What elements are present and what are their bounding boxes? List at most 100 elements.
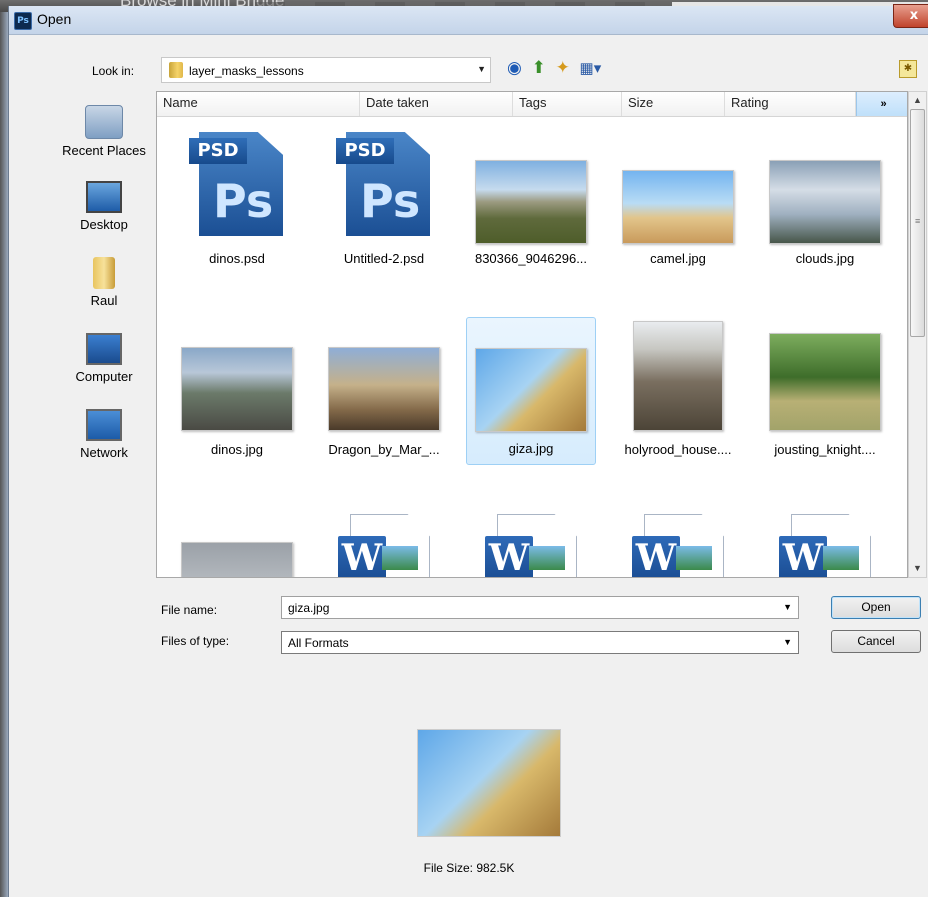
file-name: jousting_knight.... [774, 442, 876, 457]
column-header: Name Date taken Tags Size Rating » [157, 92, 907, 117]
back-icon[interactable]: ◉ [507, 58, 522, 78]
file-item[interactable]: clouds.jpg [760, 126, 890, 274]
word-letter: W [632, 536, 680, 577]
file-type-label: Files of type: [161, 634, 230, 648]
file-name: dinos.psd [209, 251, 265, 266]
photoshop-logo-icon: Ps [14, 12, 32, 30]
word-letter: W [779, 536, 827, 577]
place-network[interactable]: Network [44, 409, 164, 460]
scroll-thumb[interactable]: ≡ [910, 109, 925, 337]
column-name[interactable]: Name [157, 92, 360, 116]
grip-icon: ≡ [915, 216, 921, 226]
file-item[interactable]: dinos.jpg [172, 317, 302, 465]
chevron-down-icon: ▼ [477, 64, 486, 74]
new-folder-icon[interactable]: ✦ [556, 58, 570, 78]
image-thumbnail [769, 333, 881, 431]
scroll-down-icon[interactable]: ▼ [909, 560, 926, 577]
file-item[interactable]: W [760, 502, 890, 577]
place-label: Recent Places [62, 143, 146, 158]
window-title: Open [37, 11, 72, 27]
file-name-label: File name: [161, 603, 218, 617]
file-type-select[interactable]: All Formats ▼ [281, 631, 799, 654]
image-preview [417, 729, 561, 837]
file-item[interactable]: W [466, 502, 596, 577]
place-label: Computer [75, 369, 133, 384]
word-letter: W [485, 536, 533, 577]
file-item[interactable]: PSD Ps dinos.psd [172, 126, 302, 274]
file-name: Dragon_by_Mar_... [328, 442, 440, 457]
column-rating[interactable]: Rating [725, 92, 856, 116]
column-size[interactable]: Size [622, 92, 725, 116]
file-item-selected[interactable]: giza.jpg [466, 317, 596, 465]
psd-file-icon: PSD Ps [189, 132, 285, 236]
file-name: 830366_9046296... [474, 251, 588, 266]
place-computer[interactable]: Computer [44, 333, 164, 384]
more-columns-button[interactable]: » [856, 92, 907, 116]
background-left-edge [0, 12, 8, 897]
file-name-input[interactable]: giza.jpg ▼ [281, 596, 799, 619]
column-date-taken[interactable]: Date taken [360, 92, 513, 116]
file-name: dinos.jpg [210, 442, 264, 457]
close-button[interactable]: x [893, 4, 928, 28]
cancel-button[interactable]: Cancel [831, 630, 921, 653]
psd-tag: PSD [189, 138, 247, 164]
place-desktop[interactable]: Desktop [44, 181, 164, 232]
nav-toolbar: ◉ ⬆ ✦ ▦▾ [507, 58, 606, 78]
recent-places-icon [85, 105, 123, 139]
file-name: clouds.jpg [795, 251, 855, 266]
file-name: camel.jpg [650, 251, 706, 266]
place-raul[interactable]: Raul [44, 257, 164, 308]
network-icon [86, 409, 122, 441]
word-file-icon: W [779, 514, 871, 577]
up-folder-icon[interactable]: ⬆ [532, 58, 546, 78]
look-in-label: Look in: [92, 64, 135, 78]
file-name: holyrood_house.... [624, 442, 732, 457]
ps-letter: Ps [360, 174, 421, 228]
word-file-icon: W [485, 514, 577, 577]
chevron-down-icon: ▼ [783, 637, 792, 647]
file-list[interactable]: Name Date taken Tags Size Rating » PSD P… [156, 91, 908, 578]
file-item[interactable] [172, 502, 302, 577]
file-name: giza.jpg [508, 441, 554, 456]
scroll-up-icon[interactable]: ▲ [909, 92, 926, 109]
file-item[interactable]: holyrood_house.... [613, 317, 743, 465]
word-file-icon: W [632, 514, 724, 577]
image-thumbnail [475, 160, 587, 244]
file-item[interactable]: W [613, 502, 743, 577]
place-label: Network [80, 445, 128, 460]
file-item[interactable]: PSD Ps Untitled-2.psd [319, 126, 449, 274]
word-file-icon: W [338, 514, 430, 577]
view-menu-icon[interactable]: ▦▾ [580, 59, 602, 77]
place-label: Raul [90, 293, 118, 308]
file-item[interactable]: Dragon_by_Mar_... [319, 317, 449, 465]
place-recent-places[interactable]: Recent Places [44, 105, 164, 158]
computer-icon [86, 333, 122, 365]
file-type-value: All Formats [288, 636, 349, 650]
open-button[interactable]: Open [831, 596, 921, 619]
column-tags[interactable]: Tags [513, 92, 622, 116]
folder-icon [169, 62, 183, 78]
image-thumbnail [181, 347, 293, 431]
image-thumbnail [181, 542, 293, 577]
image-thumbnail [622, 170, 734, 244]
psd-tag: PSD [336, 138, 394, 164]
look-in-dropdown[interactable]: layer_masks_lessons ▼ [161, 57, 491, 83]
title-bar[interactable]: Ps Open x [9, 4, 928, 35]
file-name-value: giza.jpg [288, 601, 330, 615]
word-letter: W [338, 536, 386, 577]
vertical-scrollbar[interactable]: ▲ ≡ ▼ [908, 91, 927, 578]
image-thumbnail [475, 348, 587, 432]
ps-letter: Ps [213, 174, 274, 228]
place-label: Desktop [80, 217, 128, 232]
image-thumbnail [769, 160, 881, 244]
chevron-down-icon[interactable]: ▼ [783, 602, 792, 612]
file-item[interactable]: W [319, 502, 449, 577]
file-item[interactable]: camel.jpg [613, 126, 743, 274]
desktop-icon [86, 181, 122, 213]
file-size-text: File Size: 982.5K [423, 861, 515, 875]
open-dialog: Ps Open x Look in: layer_masks_lessons ▼… [8, 4, 928, 897]
user-folder-icon [93, 257, 115, 289]
file-item[interactable]: 830366_9046296... [466, 126, 596, 274]
file-item[interactable]: jousting_knight.... [760, 317, 890, 465]
bridge-folder-icon[interactable]: ✱ [899, 60, 917, 78]
